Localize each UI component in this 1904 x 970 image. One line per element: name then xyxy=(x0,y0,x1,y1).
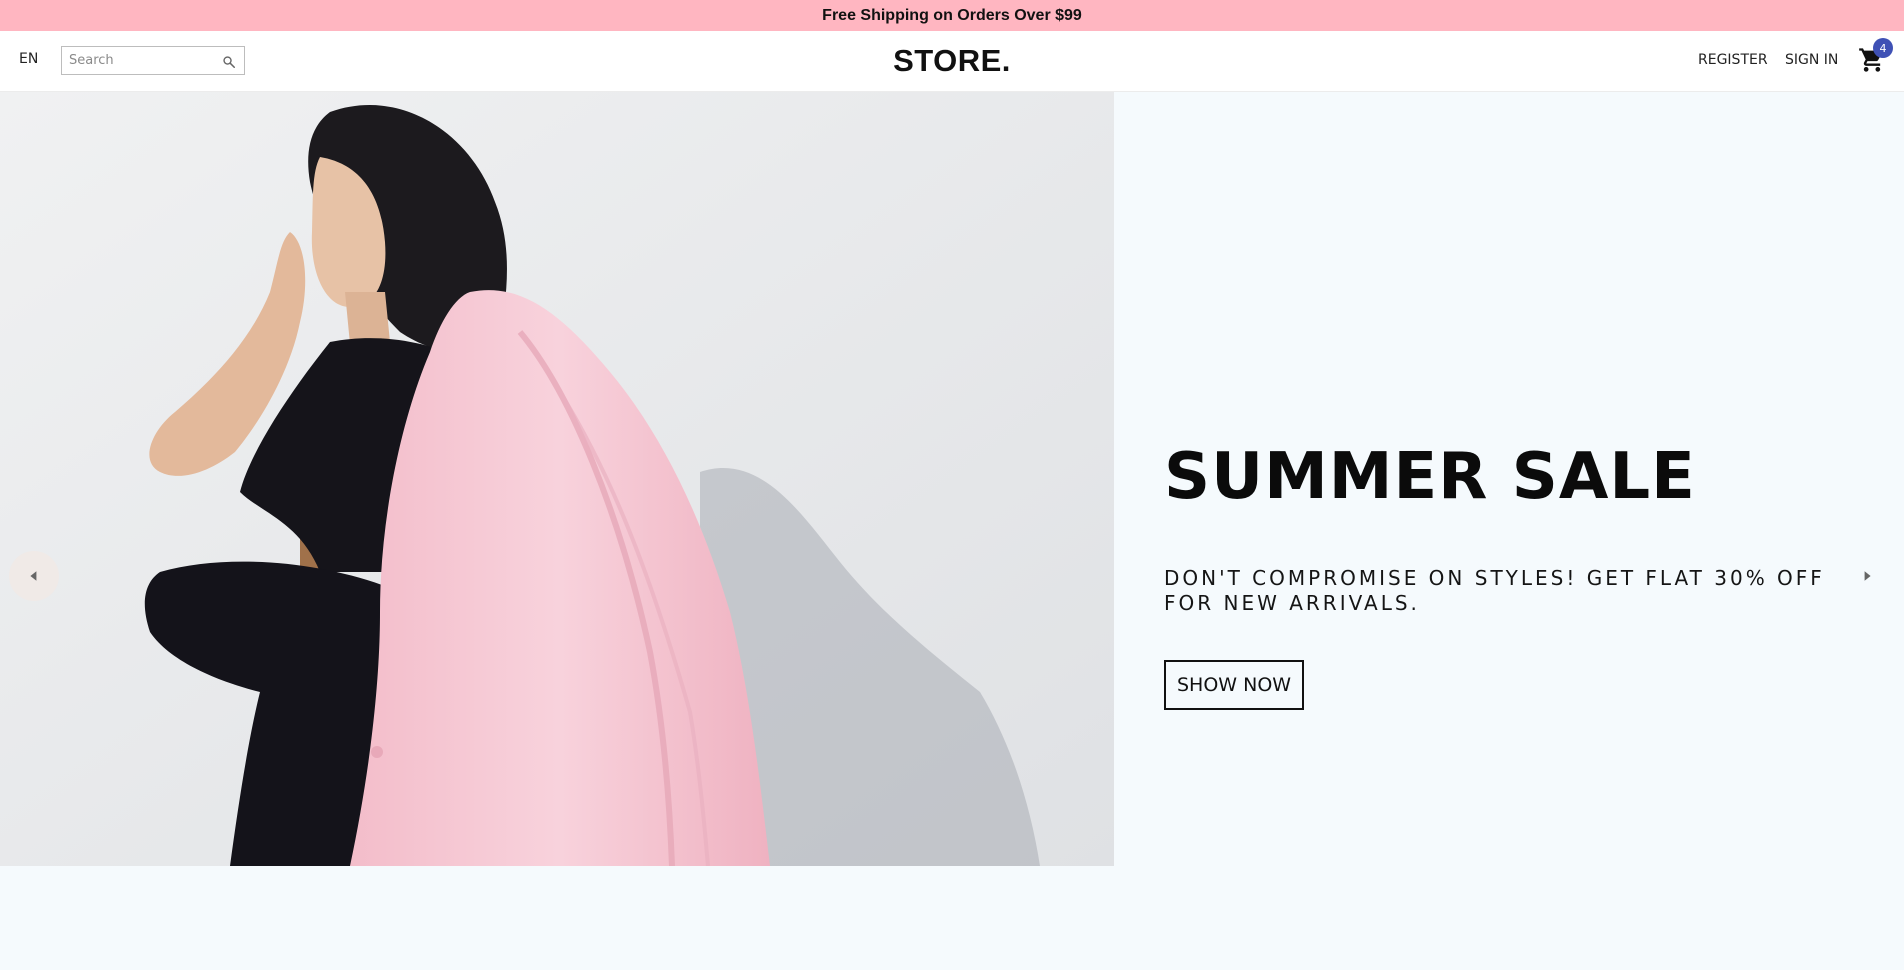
arrow-right-icon xyxy=(1864,571,1871,581)
announcement-bar: Free Shipping on Orders Over $99 xyxy=(0,0,1904,31)
navbar: EN STORE. REGISTER SIGN IN 4 xyxy=(0,31,1904,92)
slider-next-button[interactable] xyxy=(1842,551,1892,601)
show-now-button[interactable]: SHOW NOW xyxy=(1164,660,1305,710)
register-link[interactable]: REGISTER xyxy=(1698,52,1768,68)
announcement-text: Free Shipping on Orders Over $99 xyxy=(822,6,1082,24)
model-photo xyxy=(0,92,1114,866)
arrow-left-icon xyxy=(30,571,37,581)
search-input[interactable] xyxy=(62,47,212,74)
logo-text[interactable]: STORE. xyxy=(893,43,1011,78)
search-box xyxy=(61,46,245,75)
hero-subtitle: DON'T COMPROMISE ON STYLES! GET FLAT 30%… xyxy=(1164,566,1825,615)
hero-content: SUMMER SALE DON'T COMPROMISE ON STYLES! … xyxy=(1164,438,1864,710)
slider-prev-button[interactable] xyxy=(9,551,59,601)
search-icon[interactable] xyxy=(222,54,236,69)
sign-in-link[interactable]: SIGN IN xyxy=(1785,52,1838,68)
hero-image xyxy=(0,92,1114,866)
language-selector[interactable]: EN xyxy=(19,51,38,67)
hero-title: SUMMER SALE xyxy=(1164,440,1696,514)
store-logo: STORE. xyxy=(0,43,1904,79)
cart-count-badge: 4 xyxy=(1873,38,1893,58)
